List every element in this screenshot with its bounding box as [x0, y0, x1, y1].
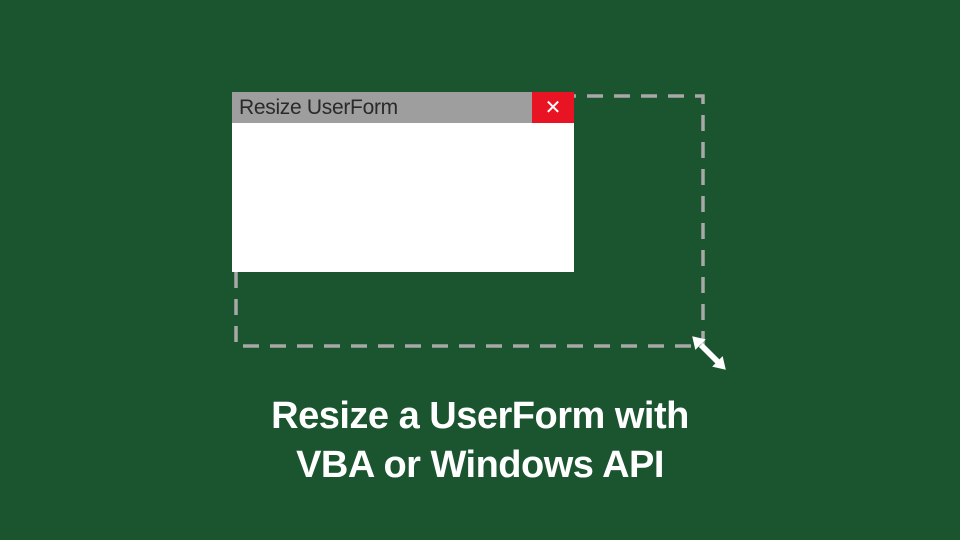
client-area	[234, 123, 572, 270]
diagram-area: Resize UserForm ✕	[232, 92, 712, 357]
window-title: Resize UserForm	[232, 96, 398, 120]
close-icon: ✕	[545, 95, 562, 120]
caption: Resize a UserForm with VBA or Windows AP…	[0, 392, 960, 491]
caption-line-2: VBA or Windows API	[0, 441, 960, 490]
caption-line-1: Resize a UserForm with	[0, 392, 960, 441]
resize-diagonal-arrow-icon	[688, 332, 730, 374]
userform-window: Resize UserForm ✕	[232, 92, 574, 272]
titlebar[interactable]: Resize UserForm ✕	[232, 92, 574, 123]
close-button[interactable]: ✕	[532, 92, 574, 123]
